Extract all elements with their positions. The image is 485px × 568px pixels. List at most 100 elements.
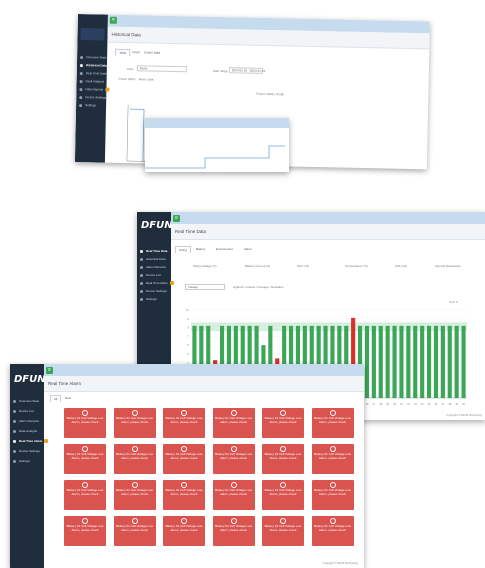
sidebar-item-settings[interactable]: Settings bbox=[13, 458, 30, 464]
alarm-tile[interactable]: Battery 01 Cell Voltage Low Alarm, pleas… bbox=[113, 516, 156, 546]
sidebar-item-devices[interactable]: Device List bbox=[140, 272, 161, 278]
alarm-tile-text: Battery 01 Cell Voltage Low Alarm, pleas… bbox=[165, 452, 203, 460]
alarm-tile[interactable]: Battery 01 Cell Voltage Low Alarm, pleas… bbox=[64, 408, 106, 438]
alarm-tile[interactable]: Battery 01 Cell Voltage Low Alarm, pleas… bbox=[113, 444, 156, 474]
menu-icon bbox=[140, 289, 143, 293]
sidebar-item-devices[interactable]: Device List bbox=[13, 408, 34, 414]
y-tick-label: 5 bbox=[188, 352, 190, 356]
alarm-tile[interactable]: Battery 01 Cell Voltage Low Alarm, pleas… bbox=[311, 516, 354, 546]
sidebar-item-fault[interactable]: Fault Analysis bbox=[79, 78, 105, 85]
alarm-tile[interactable]: Battery 01 Cell Voltage Low Alarm, pleas… bbox=[163, 480, 205, 510]
sidebar-item-realtime[interactable]: Real Time Data bbox=[79, 70, 107, 77]
legend-item: Meter Data bbox=[138, 77, 154, 82]
bar bbox=[447, 325, 452, 398]
tab-environment[interactable]: Environment bbox=[213, 246, 236, 252]
sidebar-item-settings[interactable]: Settings bbox=[140, 296, 157, 302]
sidebar-item-device-settings[interactable]: Device Settings bbox=[13, 448, 40, 454]
sidebar-item-reports[interactable]: Data Reports bbox=[79, 86, 110, 93]
alarm-tile[interactable]: Battery 01 Cell Voltage Low Alarm, pleas… bbox=[212, 408, 255, 438]
tab-alarm[interactable]: Alarm bbox=[241, 246, 255, 252]
alarm-tile-text: Battery 01 Cell Voltage Low Alarm, pleas… bbox=[116, 488, 153, 496]
date-range-input[interactable]: 2024-01-01 - 2024-01-31 bbox=[228, 67, 265, 74]
filter-select[interactable]: Meter bbox=[136, 65, 187, 73]
menu-icon bbox=[13, 419, 16, 423]
alarm-tile[interactable]: Battery 01 Cell Voltage Low Alarm, pleas… bbox=[113, 480, 156, 510]
menu-icon bbox=[140, 257, 143, 261]
bar bbox=[413, 325, 418, 398]
sidebar: DFUN Overview Stats Device List Alarm Re… bbox=[10, 364, 49, 568]
sidebar-item-realtime[interactable]: Real Time Data bbox=[140, 248, 167, 254]
sidebar-item-overview[interactable]: Overview Stats bbox=[13, 398, 39, 404]
menu-toggle-button[interactable]: ≡ bbox=[46, 367, 53, 374]
alarm-tile[interactable]: Battery 01 Cell Voltage Low Alarm, pleas… bbox=[64, 516, 106, 546]
alarm-tile[interactable]: Battery 01 Cell Voltage Low Alarm, pleas… bbox=[163, 516, 205, 546]
alarm-tile-text: Battery 01 Cell Voltage Low Alarm, pleas… bbox=[66, 488, 104, 496]
tab-export[interactable]: Export Data bbox=[141, 49, 163, 55]
footer: Copyright © DFUN Technology bbox=[446, 414, 482, 417]
tab-string[interactable]: String bbox=[175, 246, 191, 253]
alarm-tile[interactable]: Battery 01 Cell Voltage Low Alarm, pleas… bbox=[262, 408, 304, 438]
alarm-tile[interactable]: Battery 01 Cell Voltage Low Alarm, pleas… bbox=[64, 480, 106, 510]
tab-all[interactable]: All bbox=[50, 395, 62, 402]
sidebar-item-alarms[interactable]: Alarm Records bbox=[140, 264, 166, 270]
y-tick-label: 9 bbox=[188, 317, 190, 321]
alarm-tile[interactable]: Battery 01 Cell Voltage Low Alarm, pleas… bbox=[262, 516, 304, 546]
x-tick-label: 35 bbox=[428, 403, 431, 406]
alarm-tile-text: Battery 01 Cell Voltage Low Alarm, pleas… bbox=[264, 524, 302, 532]
alarm-tile[interactable]: Battery 01 Cell Voltage Low Alarm, pleas… bbox=[163, 408, 205, 438]
alarm-tile[interactable]: Battery 01 Cell Voltage Low Alarm, pleas… bbox=[311, 444, 354, 474]
alarm-tile[interactable]: Battery 01 Cell Voltage Low Alarm, pleas… bbox=[311, 408, 354, 438]
alarm-tile[interactable]: Battery 01 Cell Voltage Low Alarm, pleas… bbox=[64, 444, 106, 474]
alarm-tile[interactable]: Battery 01 Cell Voltage Low Alarm, pleas… bbox=[212, 516, 255, 546]
menu-icon bbox=[140, 273, 143, 277]
sidebar-item-realtime-alarm[interactable]: Real Time Alarm bbox=[140, 280, 175, 286]
alarm-tile[interactable]: Battery 01 Cell Voltage Low Alarm, pleas… bbox=[163, 444, 205, 474]
alarm-tile[interactable]: Battery 01 Cell Voltage Low Alarm, pleas… bbox=[311, 480, 354, 510]
alarm-tile[interactable]: Battery 01 Cell Voltage Low Alarm, pleas… bbox=[212, 480, 255, 510]
chart-title: Power History Graph bbox=[256, 91, 285, 97]
alarm-tile[interactable]: Battery 01 Cell Voltage Low Alarm, pleas… bbox=[262, 480, 304, 510]
tab-new[interactable]: New bbox=[62, 395, 74, 401]
footer: Copyright © DFUN Technology bbox=[322, 562, 358, 565]
chart-unit-note: Unit: V bbox=[449, 300, 459, 304]
menu-toggle-button[interactable]: ≡ bbox=[109, 16, 117, 24]
sidebar-item-realtime-alarm[interactable]: Real Time Alarm bbox=[13, 438, 49, 444]
menu-icon bbox=[13, 439, 16, 443]
legend-item: Power Meter bbox=[118, 76, 136, 82]
menu-toggle-button[interactable]: ≡ bbox=[173, 215, 180, 222]
menu-icon bbox=[140, 249, 143, 253]
bar bbox=[378, 325, 383, 398]
bar bbox=[426, 325, 432, 398]
menu-icon bbox=[13, 409, 16, 413]
tab-battery[interactable]: Battery bbox=[193, 246, 209, 252]
top-bar bbox=[171, 212, 485, 224]
sidebar-item-device-settings[interactable]: Device Settings bbox=[140, 288, 167, 294]
menu-icon bbox=[13, 399, 16, 403]
menu-icon bbox=[140, 297, 143, 301]
menu-icon bbox=[13, 429, 16, 433]
x-tick-label: 28 bbox=[379, 403, 382, 406]
alarm-tile-text: Battery 01 Cell Voltage Low Alarm, pleas… bbox=[264, 452, 302, 460]
popup-header bbox=[145, 118, 289, 128]
sidebar-item-devices[interactable]: Device Settings bbox=[79, 94, 106, 101]
alarm-tile-text: Battery 01 Cell Voltage Low Alarm, pleas… bbox=[116, 452, 153, 460]
sidebar-item-settings[interactable]: Settings bbox=[79, 102, 96, 108]
alarm-tile[interactable]: Battery 01 Cell Voltage Low Alarm, pleas… bbox=[262, 444, 304, 474]
y-tick-label: 10 bbox=[186, 308, 189, 312]
alarm-tile-text: Battery 01 Cell Voltage Low Alarm, pleas… bbox=[116, 416, 153, 424]
sidebar-item-analysis[interactable]: Data Analysis bbox=[13, 428, 37, 434]
sidebar-item-history[interactable]: Historical Data bbox=[140, 256, 166, 262]
sidebar: Overview Stats Historical Data Real Time… bbox=[74, 14, 110, 163]
alarm-tile-text: Battery 01 Cell Voltage Low Alarm, pleas… bbox=[165, 416, 203, 424]
popup-line-chart bbox=[145, 145, 285, 169]
sidebar-item-history[interactable]: Historical Data bbox=[79, 62, 107, 69]
alarm-tile-text: Battery 01 Cell Voltage Low Alarm, pleas… bbox=[215, 488, 252, 496]
metric-select[interactable]: Voltage bbox=[185, 284, 225, 290]
sidebar-item-alarm-records[interactable]: Alarm Records bbox=[13, 418, 39, 424]
alarm-tile[interactable]: Battery 01 Cell Voltage Low Alarm, pleas… bbox=[212, 444, 255, 474]
alarm-tile[interactable]: Battery 01 Cell Voltage Low Alarm, pleas… bbox=[113, 408, 156, 438]
sidebar-item-overview[interactable]: Overview Stats bbox=[80, 54, 106, 61]
menu-icon bbox=[79, 79, 83, 83]
x-tick-label: 37 bbox=[442, 403, 445, 406]
menu-icon bbox=[79, 71, 83, 75]
